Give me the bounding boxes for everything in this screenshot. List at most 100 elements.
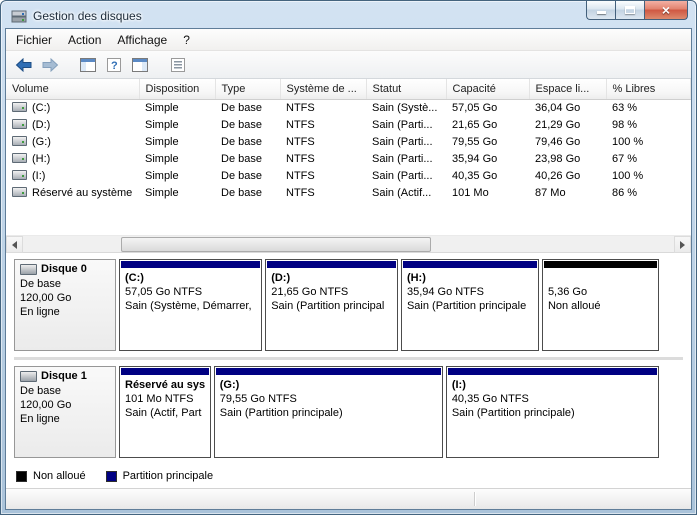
- partition-color-band: [402, 261, 537, 268]
- partition-size: 5,36 Go: [547, 286, 588, 298]
- list-icon: [171, 57, 185, 72]
- column-header-volume[interactable]: Volume: [6, 79, 140, 100]
- status-cell: Sain (Parti...: [372, 169, 433, 182]
- partition-c[interactable]: (C:) 57,05 Go NTFS Sain (Système, Démarr…: [119, 259, 263, 351]
- volume-cell: (D:): [6, 116, 139, 133]
- volume-row-i[interactable]: (I:) Simple De base NTFS Sain (Parti... …: [6, 167, 691, 184]
- partition-color-band: [267, 261, 396, 268]
- column-header-percentfree[interactable]: % Libres: [606, 79, 691, 100]
- disk-1-partitions: Réservé au sys 101 Mo NTFS Sain (Actif, …: [119, 366, 683, 458]
- volume-row-d[interactable]: (D:) Simple De base NTFS Sain (Parti... …: [6, 116, 691, 133]
- forward-button[interactable]: [38, 53, 62, 77]
- help-button[interactable]: ?: [102, 53, 126, 77]
- disk-0-row: Disque 0 De base 120,00 Go En ligne (C:)…: [14, 255, 683, 355]
- type-cell: De base: [221, 186, 262, 199]
- legend-item-primary: Partition principale: [105, 470, 214, 482]
- legend-label: Non alloué: [33, 470, 86, 482]
- scroll-right-button[interactable]: [674, 236, 691, 253]
- disk-separator: [14, 357, 683, 360]
- disposition-cell: Simple: [145, 118, 179, 131]
- column-header-type[interactable]: Type: [215, 79, 281, 100]
- disk-1-row: Disque 1 De base 120,00 Go En ligne Rése…: [14, 362, 683, 462]
- horizontal-scrollbar[interactable]: [6, 235, 691, 253]
- scroll-left-icon: [12, 240, 17, 249]
- volume-row-h[interactable]: (H:) Simple De base NTFS Sain (Parti... …: [6, 150, 691, 167]
- column-header-freespace[interactable]: Espace li...: [529, 79, 607, 100]
- column-header-status[interactable]: Statut: [366, 79, 447, 100]
- partition-color-band: [121, 261, 261, 268]
- disk-status: En ligne: [20, 306, 60, 318]
- svg-text:?: ?: [111, 60, 118, 72]
- volume-cell: (C:): [6, 99, 139, 116]
- volume-row-system-reserved[interactable]: Réservé au système Simple De base NTFS S…: [6, 184, 691, 201]
- volume-cell: Réservé au système: [6, 184, 139, 201]
- help-icon: ?: [107, 57, 121, 72]
- title-bar[interactable]: Gestion des disques ×: [5, 1, 692, 28]
- freespace-cell: 36,04 Go: [535, 101, 581, 114]
- disk-icon: [20, 370, 37, 382]
- partition-label: (D:): [271, 272, 291, 284]
- maximize-button[interactable]: [615, 1, 644, 20]
- partition-label: [548, 271, 653, 285]
- menu-item-affichage[interactable]: Affichage: [109, 30, 175, 50]
- column-header-capacity[interactable]: Capacité: [446, 79, 530, 100]
- menu-item-help[interactable]: ?: [175, 30, 198, 50]
- menu-bar: Fichier Action Affichage ?: [6, 29, 691, 51]
- partition-system-reserved[interactable]: Réservé au sys 101 Mo NTFS Sain (Actif, …: [119, 366, 211, 458]
- export-list-button[interactable]: [166, 53, 190, 77]
- disk-size: 120,00 Go: [20, 292, 72, 304]
- volume-cell: (H:): [6, 150, 139, 167]
- status-bar-separator: [474, 492, 475, 506]
- partition-label: (I:): [451, 379, 466, 391]
- legend-label: Partition principale: [122, 470, 214, 482]
- forward-icon: [42, 57, 59, 72]
- column-header-disposition[interactable]: Disposition: [139, 79, 216, 100]
- primary-partition-swatch: [105, 470, 117, 482]
- partition-h[interactable]: (H:) 35,94 Go NTFS Sain (Partition princ…: [400, 259, 539, 351]
- close-icon: ×: [661, 2, 671, 18]
- drive-icon: [12, 186, 27, 197]
- back-button[interactable]: [12, 53, 36, 77]
- show-action-pane-button[interactable]: [128, 53, 152, 77]
- percentfree-cell: 63 %: [612, 101, 638, 114]
- partition-g[interactable]: (G:) 79,55 Go NTFS Sain (Partition princ…: [213, 366, 443, 458]
- partition-color-band: [543, 261, 657, 268]
- freespace-cell: 40,26 Go: [535, 169, 581, 182]
- menu-item-fichier[interactable]: Fichier: [8, 30, 60, 50]
- column-header-filesystem[interactable]: Système de ...: [280, 79, 367, 100]
- partition-color-band: [447, 368, 658, 375]
- status-cell: Sain (Actif...: [372, 186, 432, 199]
- minimize-button[interactable]: [586, 1, 615, 20]
- scroll-left-button[interactable]: [6, 236, 23, 253]
- freespace-cell: 23,98 Go: [535, 152, 581, 165]
- partition-size: 57,05 Go NTFS: [125, 286, 203, 298]
- drive-icon: [12, 135, 27, 146]
- close-button[interactable]: ×: [644, 1, 688, 20]
- disposition-cell: Simple: [145, 186, 179, 199]
- maximize-icon: [625, 6, 635, 14]
- capacity-cell: 40,35 Go: [452, 169, 498, 182]
- disk-name: Disque 0: [41, 263, 87, 275]
- show-console-tree-button[interactable]: [76, 53, 100, 77]
- partition-i[interactable]: (I:) 40,35 Go NTFS Sain (Partition princ…: [445, 366, 660, 458]
- disk-1-label[interactable]: Disque 1 De base 120,00 Go En ligne: [14, 366, 116, 458]
- partition-size: 40,35 Go NTFS: [451, 393, 529, 405]
- disk-0-label[interactable]: Disque 0 De base 120,00 Go En ligne: [14, 259, 116, 351]
- partition-unallocated[interactable]: 5,36 Go Non alloué: [541, 259, 659, 351]
- partition-size: 21,65 Go NTFS: [271, 286, 349, 298]
- partition-size: 35,94 Go NTFS: [406, 286, 484, 298]
- scroll-thumb[interactable]: [121, 237, 431, 252]
- volume-row-c[interactable]: (C:) Simple De base NTFS Sain (Systè... …: [6, 99, 691, 116]
- capacity-cell: 21,65 Go: [452, 118, 498, 131]
- status-cell: Sain (Parti...: [372, 135, 433, 148]
- partition-d[interactable]: (D:) 21,65 Go NTFS Sain (Partition princ…: [265, 259, 398, 351]
- status-cell: Sain (Parti...: [372, 118, 433, 131]
- disposition-cell: Simple: [145, 152, 179, 165]
- drive-icon: [12, 169, 27, 180]
- legend-item-unallocated: Non alloué: [16, 470, 86, 482]
- volume-cell: (I:): [6, 167, 139, 184]
- volume-row-g[interactable]: (G:) Simple De base NTFS Sain (Parti... …: [6, 133, 691, 150]
- partition-status: Sain (Actif, Part: [125, 407, 202, 419]
- freespace-cell: 79,46 Go: [535, 135, 581, 148]
- menu-item-action[interactable]: Action: [60, 30, 109, 50]
